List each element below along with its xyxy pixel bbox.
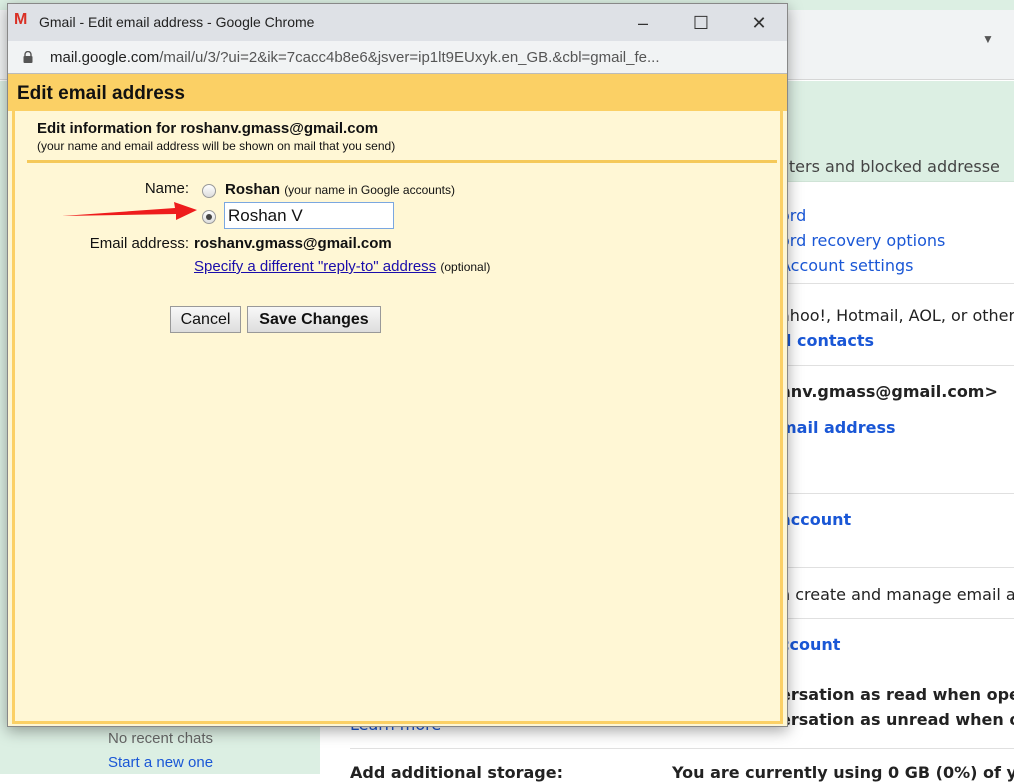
dialog-header: Edit email address <box>8 74 787 111</box>
url-host: mail.google.com <box>50 49 160 66</box>
gmail-icon: M <box>14 11 28 28</box>
lock-icon <box>23 51 33 63</box>
cancel-button[interactable]: Cancel <box>170 306 241 333</box>
window-title: Gmail - Edit email address - Google Chro… <box>39 14 315 30</box>
add-account-link[interactable]: account <box>780 510 851 529</box>
email-value: roshanv.gmass@gmail.com <box>194 235 392 252</box>
popup-window: M Gmail - Edit email address - Google Ch… <box>7 3 788 727</box>
edit-email-link[interactable]: mail address <box>780 418 896 437</box>
address-bar[interactable]: mail.google.com/mail/u/3/?ui=2&ik=7cacc4… <box>8 41 787 74</box>
mark-read-option[interactable]: ersation as read when opene <box>780 685 1014 704</box>
mark-unread-option[interactable]: ersation as unread when ope <box>780 710 1014 729</box>
divider <box>350 748 1014 749</box>
storage-label: Add additional storage: <box>350 763 563 782</box>
google-name: Roshan <box>225 181 281 198</box>
reply-to-link[interactable]: Specify a different "reply-to" address <box>194 258 436 275</box>
import-text: ahoo!, Hotmail, AOL, or other <box>780 306 1014 325</box>
email-label: Email address: <box>89 235 189 252</box>
grant-access-text: n create and manage email a <box>780 585 1014 604</box>
custom-name-input[interactable] <box>224 202 394 229</box>
start-new-chat-link[interactable]: Start a new one <box>108 754 213 771</box>
reply-to-note: (optional) <box>440 260 491 274</box>
custom-name-radio[interactable] <box>202 210 216 224</box>
storage-text: You are currently using 0 GB (0%) of you… <box>672 763 1014 782</box>
import-contacts-link[interactable]: d contacts <box>780 331 874 350</box>
minimize-button[interactable]: – <box>620 8 666 38</box>
url-path: /mail/u/3/?ui=2&ik=7cacc4b8e6&jsver=ip1l… <box>159 49 660 66</box>
google-name-note: (your name in Google accounts) <box>284 183 455 197</box>
divider <box>27 160 777 163</box>
url-text: mail.google.com/mail/u/3/?ui=2&ik=7cacc4… <box>50 49 660 66</box>
add-another-account-link[interactable]: ccount <box>780 635 840 654</box>
send-as-address: anv.gmass@gmail.com> <box>780 382 998 401</box>
dialog-title: Edit email address <box>17 83 185 104</box>
tab-filters[interactable]: ilters and blocked addresse <box>780 157 1000 176</box>
password-recovery-link[interactable]: ord recovery options <box>780 231 945 250</box>
name-label: Name: <box>144 180 189 197</box>
window-title-bar[interactable]: M Gmail - Edit email address - Google Ch… <box>8 4 787 41</box>
info-subheading: (your name and email address will be sho… <box>37 139 396 153</box>
dialog-body: Edit information for roshanv.gmass@gmail… <box>12 111 783 724</box>
maximize-button[interactable]: ☐ <box>678 8 724 38</box>
close-button[interactable]: ✕ <box>736 8 782 38</box>
account-settings-link[interactable]: Account settings <box>780 256 914 275</box>
save-changes-button[interactable]: Save Changes <box>247 306 381 333</box>
google-name-radio[interactable] <box>202 184 216 198</box>
dropdown-arrow-icon[interactable]: ▼ <box>982 32 994 46</box>
info-heading: Edit information for roshanv.gmass@gmail… <box>37 120 379 137</box>
no-recent-chats: No recent chats <box>108 730 214 747</box>
red-arrow-icon <box>62 202 197 220</box>
